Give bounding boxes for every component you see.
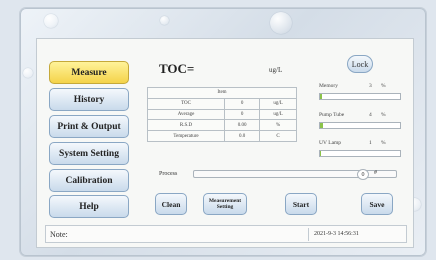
row-name: Temperature (146, 130, 226, 142)
water-droplet (160, 16, 169, 25)
status-divider (308, 228, 309, 241)
memory-bar (319, 93, 401, 100)
nav-print-output-button[interactable]: Print & Output (49, 115, 129, 138)
measurement-setting-button[interactable]: Measurement Setting (203, 193, 247, 215)
nav-measure-button[interactable]: Measure (49, 61, 129, 84)
row-name: Average (146, 108, 226, 121)
memory-status: Memory 3 % (319, 83, 399, 89)
nav-history-button[interactable]: History (49, 88, 129, 111)
row-unit: ug/L (259, 108, 297, 121)
row-unit: % (259, 119, 297, 132)
nav-calibration-button[interactable]: Calibration (49, 169, 129, 192)
pump-tube-bar-fill (320, 123, 324, 128)
row-unit: C (259, 130, 297, 142)
pump-tube-value: 4 (369, 112, 372, 118)
memory-bar-fill (320, 94, 323, 99)
main-screen: Measure History Print & Output System Se… (36, 38, 414, 248)
row-value: 0.0 (224, 130, 261, 142)
water-droplet (44, 14, 58, 28)
row-name: TOC (146, 97, 226, 110)
datetime: 2021-9-3 14:56:31 (314, 231, 359, 237)
table-header-row: Item (147, 87, 297, 99)
save-button[interactable]: Save (361, 193, 393, 215)
status-bar: Note: 2021-9-3 14:56:31 (45, 225, 407, 243)
row-value: 0.00 (224, 119, 261, 132)
memory-unit: % (381, 83, 386, 89)
toc-unit: ug/L (269, 66, 283, 74)
uv-lamp-bar-fill (320, 151, 321, 156)
uv-lamp-status: UV Lamp 1 % (319, 140, 399, 146)
pump-tube-status: Pump Tube 4 % (319, 112, 399, 118)
water-droplet (23, 68, 33, 78)
measurement-table: Item TOC 0 ug/L Average 0 ug/L R.S.D 0.0… (146, 87, 297, 142)
table-row: Temperature 0.0 C (146, 130, 297, 142)
row-unit: ug/L (259, 97, 297, 110)
pump-tube-unit: % (381, 112, 386, 118)
process-unit: # (374, 170, 377, 176)
clean-button[interactable]: Clean (155, 193, 187, 215)
row-value: 0 (224, 108, 261, 121)
memory-label: Memory (319, 83, 338, 89)
row-name: R.S.D (146, 119, 226, 132)
toc-label: TOC= (159, 61, 195, 76)
pump-tube-bar (319, 122, 401, 129)
nav-system-setting-button[interactable]: System Setting (49, 142, 129, 165)
uv-lamp-unit: % (381, 140, 386, 146)
process-label: Process (159, 171, 178, 177)
table-header: Item (147, 87, 297, 99)
start-button[interactable]: Start (285, 193, 317, 215)
nav-help-button[interactable]: Help (49, 195, 129, 218)
uv-lamp-label: UV Lamp (319, 140, 342, 146)
table-row: Average 0 ug/L (146, 108, 297, 121)
lock-button[interactable]: Lock (347, 55, 373, 73)
row-value: 0 (224, 97, 261, 110)
measurement-setting-line2: Setting (216, 204, 234, 210)
pump-tube-label: Pump Tube (319, 112, 345, 118)
process-value: 0 (357, 169, 369, 180)
memory-value: 3 (369, 83, 372, 89)
table-row: TOC 0 ug/L (146, 97, 297, 110)
uv-lamp-value: 1 (369, 140, 372, 146)
table-row: R.S.D 0.00 % (146, 119, 297, 132)
note-label: Note: (50, 230, 68, 239)
uv-lamp-bar (319, 150, 401, 157)
water-droplet (270, 12, 292, 34)
